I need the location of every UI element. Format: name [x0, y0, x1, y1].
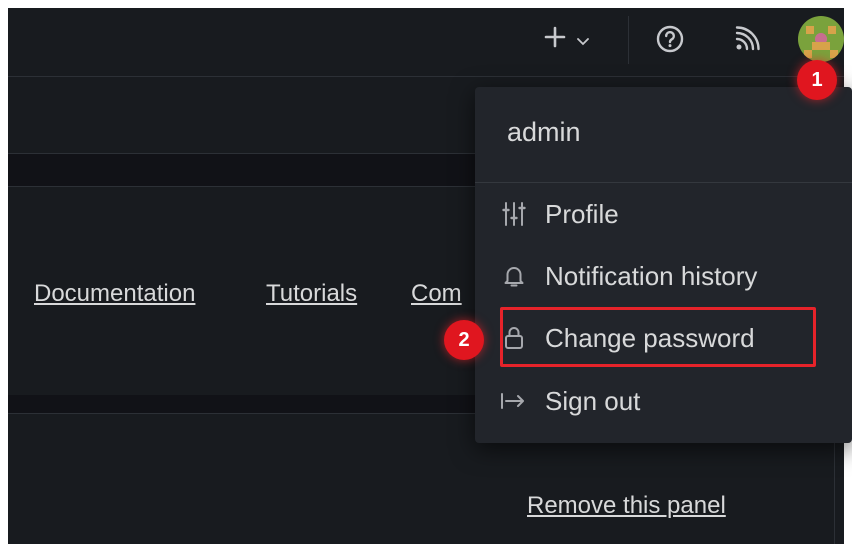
- menu-item-sign-out[interactable]: Sign out: [499, 376, 819, 426]
- menu-username: admin: [507, 117, 581, 147]
- news-button[interactable]: [730, 24, 764, 58]
- avatar[interactable]: [798, 16, 844, 62]
- user-profile-menu: admin Profile Notification history Chang…: [475, 87, 852, 443]
- menu-item-profile[interactable]: Profile: [499, 189, 819, 239]
- help-button[interactable]: [653, 24, 687, 58]
- chevron-down-icon: [577, 35, 589, 49]
- menu-item-label: Profile: [545, 198, 619, 229]
- menu-item-notification-history[interactable]: Notification history: [499, 251, 819, 301]
- menu-item-label: Notification history: [545, 260, 758, 291]
- menu-header: admin: [475, 87, 852, 183]
- step-1-badge: 1: [797, 60, 837, 100]
- community-link[interactable]: Com: [411, 280, 462, 308]
- tutorials-link[interactable]: Tutorials: [266, 280, 357, 308]
- sliders-icon: [499, 201, 529, 227]
- sign-out-icon: [499, 391, 529, 411]
- new-menu-button[interactable]: [536, 22, 596, 58]
- remove-panel-link[interactable]: Remove this panel: [527, 492, 726, 520]
- menu-item-label: Sign out: [545, 385, 641, 416]
- step-2-badge: 2: [444, 320, 484, 360]
- navbar-divider: [628, 16, 629, 64]
- rss-icon: [734, 25, 760, 57]
- plus-icon: [543, 24, 567, 56]
- documentation-link[interactable]: Documentation: [34, 280, 195, 308]
- help-icon: [655, 24, 685, 59]
- change-password-highlight: [500, 307, 816, 367]
- bell-icon: [499, 264, 529, 288]
- top-navbar: [8, 8, 844, 77]
